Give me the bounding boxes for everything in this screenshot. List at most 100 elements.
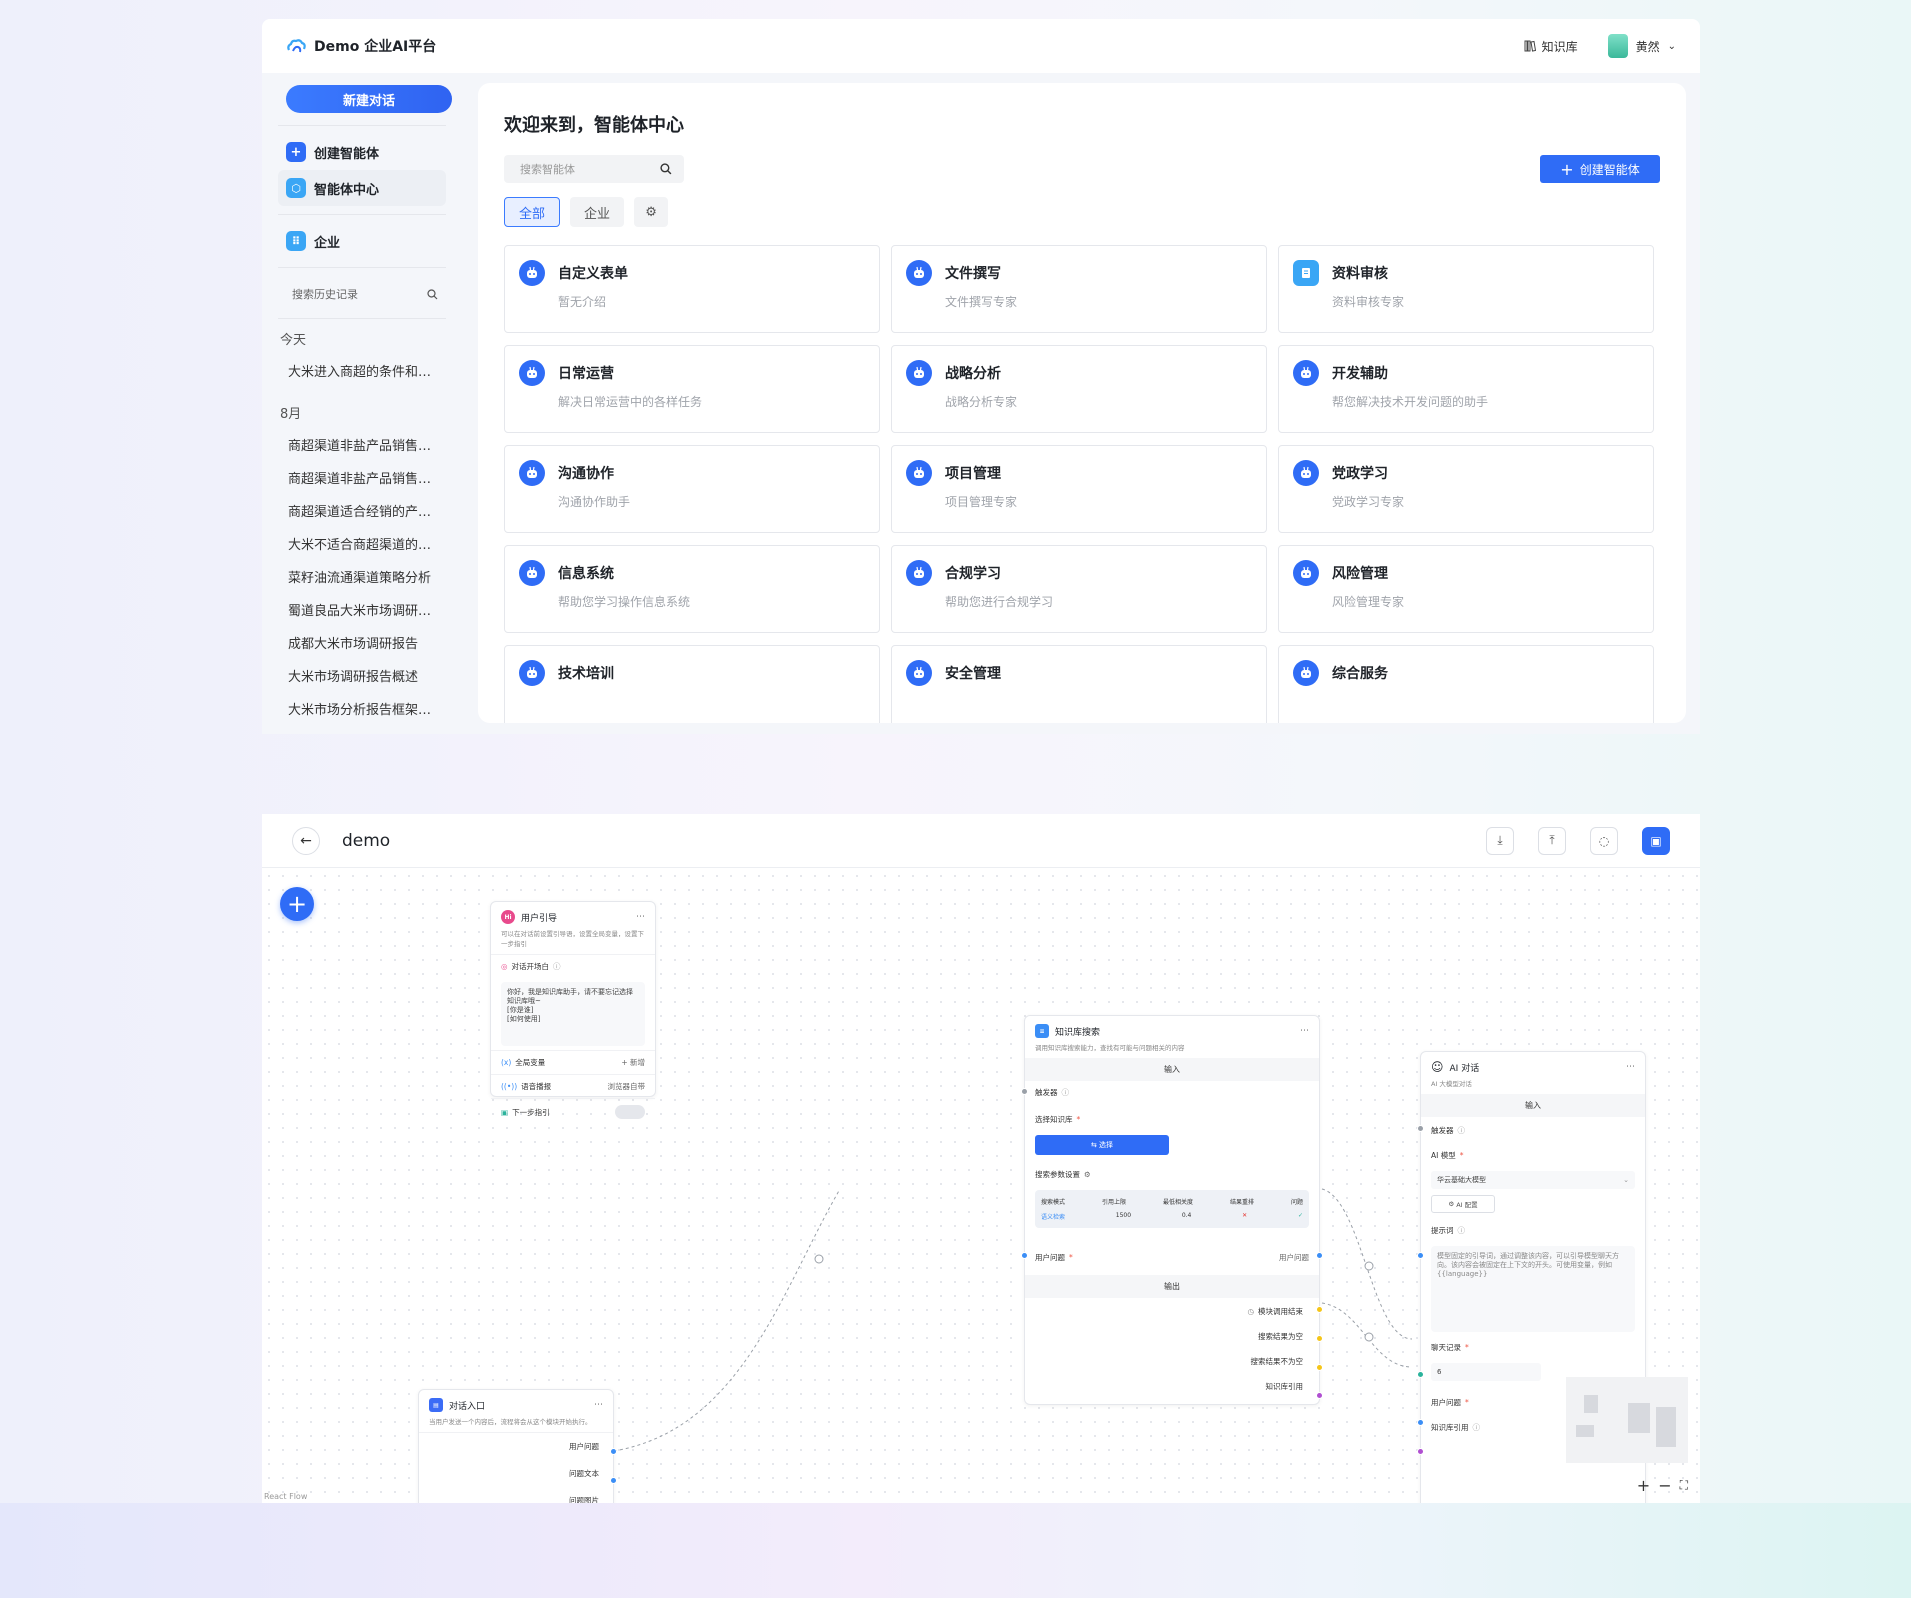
save-button[interactable]: ▣ xyxy=(1642,826,1670,855)
history-item[interactable]: 大米市场调研报告概述 xyxy=(278,659,446,692)
history-item[interactable]: 商超渠道适合经销的产品... xyxy=(278,494,446,527)
chat-entry-node[interactable]: ▤ 对话入口 ⋯ 当用户发送一个内容后，流程将会从这个模块开始执行。 用户问题 … xyxy=(418,1389,617,1503)
kb-search-node[interactable]: ≡ 知识库搜索 ⋯ 调用知识库搜索能力，查找有可能与问题相关的内容 输入 触发器… xyxy=(1021,1015,1323,1405)
edge-delete-handle[interactable] xyxy=(1364,1332,1374,1342)
input-handle[interactable] xyxy=(1417,1448,1424,1455)
sidebar-item-label: 智能体中心 xyxy=(314,182,380,198)
agent-card[interactable]: 风险管理 风险管理专家 xyxy=(1278,545,1654,633)
user-menu[interactable]: 黄然 ⌄ xyxy=(1607,34,1676,58)
zoom-in-icon[interactable]: + xyxy=(1637,1476,1650,1495)
export-button[interactable]: ⤒ xyxy=(1538,826,1566,855)
minimap[interactable] xyxy=(1566,1377,1688,1463)
agent-card[interactable]: 文件撰写 文件撰写专家 xyxy=(891,245,1267,333)
gear-icon[interactable]: ⚙ xyxy=(1084,1170,1091,1179)
agent-card[interactable]: 沟通协作 沟通协作助手 xyxy=(504,445,880,533)
agent-card[interactable]: 合规学习 帮助您进行合规学习 xyxy=(891,545,1267,633)
sidebar-item-agent-center[interactable]: ⬡ 智能体中心 xyxy=(278,170,446,206)
clock-icon: ◷ xyxy=(1247,1307,1254,1316)
more-icon[interactable]: ⋯ xyxy=(1300,1026,1309,1036)
sidebar-item-create-agent[interactable]: + 创建智能体 xyxy=(278,134,446,170)
top-bar: Demo 企业AI平台 知识库 黄然 ⌄ xyxy=(262,19,1700,73)
agent-search-input[interactable]: 搜索智能体 xyxy=(504,155,684,183)
robot-icon xyxy=(519,360,545,386)
agent-card[interactable]: 项目管理 项目管理专家 xyxy=(891,445,1267,533)
history-item[interactable]: 成都大米市场调研报告 xyxy=(278,626,446,659)
agent-card[interactable]: 信息系统 帮助您学习操作信息系统 xyxy=(504,545,880,633)
output-handle[interactable] xyxy=(1316,1252,1323,1259)
agent-card[interactable]: 资料审核 资料审核专家 xyxy=(1278,245,1654,333)
add-variable-button[interactable]: + 新增 xyxy=(621,1057,645,1068)
agent-card-description: 项目管理专家 xyxy=(945,495,1018,509)
agent-card[interactable]: 开发辅助 帮您解决技术开发问题的助手 xyxy=(1278,345,1654,433)
trigger-handle[interactable] xyxy=(1021,1088,1028,1095)
input-handle[interactable] xyxy=(1417,1252,1424,1259)
back-button[interactable]: ← xyxy=(292,826,320,855)
history-item[interactable]: 蜀道良品大米市场调研报告 xyxy=(278,593,446,626)
select-kb-button[interactable]: ⇆ 选择 xyxy=(1035,1135,1169,1155)
books-icon xyxy=(1524,40,1536,52)
agent-card[interactable]: 战略分析 战略分析专家 xyxy=(891,345,1267,433)
output-handle[interactable] xyxy=(1316,1335,1323,1342)
react-flow-attribution[interactable]: React Flow xyxy=(264,1492,307,1501)
agent-card-description: 帮助您进行合规学习 xyxy=(945,595,1054,609)
history-count-input[interactable]: 6 xyxy=(1431,1363,1541,1381)
next-step-toggle[interactable] xyxy=(615,1105,645,1119)
agent-card[interactable]: 综合服务 xyxy=(1278,645,1654,723)
field-label: 知识库引用 xyxy=(1431,1423,1469,1432)
output-handle[interactable] xyxy=(610,1477,617,1484)
add-node-button[interactable]: + xyxy=(280,887,314,921)
input-handle[interactable] xyxy=(1417,1371,1424,1378)
history-item[interactable]: 商超渠道非盐产品销售情... xyxy=(278,461,446,494)
chat-test-button[interactable]: ◌ xyxy=(1590,826,1618,855)
opening-textarea[interactable]: 你好，我是知识库助手，请不要忘记选择知识库哦~ [你是谁] [如何使用] xyxy=(501,982,645,1046)
history-item[interactable]: 大米不适合商超渠道的原... xyxy=(278,527,446,560)
history-item[interactable]: 菜籽油流通渠道策略分析 xyxy=(278,560,446,593)
tab-all[interactable]: 全部 xyxy=(504,197,561,227)
agent-card[interactable]: 技术培训 xyxy=(504,645,880,723)
agent-card[interactable]: 日常运营 解决日常运营中的各样任务 xyxy=(504,345,880,433)
history-item[interactable]: 大米市场分析报告框架与... xyxy=(278,692,446,725)
table-header: 搜索模式 xyxy=(1041,1199,1066,1206)
output-handle[interactable] xyxy=(1316,1306,1323,1313)
filter-settings-button[interactable]: ⚙ xyxy=(634,197,669,227)
agent-card[interactable]: 党政学习 党政学习专家 xyxy=(1278,445,1654,533)
input-handle[interactable] xyxy=(1417,1419,1424,1426)
field-label: 全局变量 xyxy=(515,1058,546,1067)
new-chat-button[interactable]: 新建对话 xyxy=(286,85,452,113)
agent-card[interactable]: 安全管理 xyxy=(891,645,1267,723)
input-handle[interactable] xyxy=(1021,1252,1028,1259)
model-select[interactable]: 华云基础大模型 ⌄ xyxy=(1431,1171,1635,1189)
field-label: 搜索参数设置 xyxy=(1035,1170,1080,1179)
trigger-handle[interactable] xyxy=(1417,1125,1424,1132)
fit-view-icon[interactable]: ⛶ xyxy=(1680,1478,1688,1495)
agent-card-description: 沟通协作助手 xyxy=(558,495,631,509)
more-icon[interactable]: ⋯ xyxy=(636,912,645,922)
app-logo[interactable]: Demo 企业AI平台 xyxy=(286,36,436,56)
output-handle[interactable] xyxy=(1316,1364,1323,1371)
prompt-textarea[interactable]: 模型固定的引导词，通过调整该内容，可以引导模型聊天方向。该内容会被固定在上下文的… xyxy=(1431,1246,1635,1332)
output-handle[interactable] xyxy=(1316,1392,1323,1399)
node-description: 当用户发送一个内容后，流程将会从这个模块开始执行。 xyxy=(429,1418,592,1426)
voice-select[interactable]: 浏览器自带 xyxy=(608,1081,646,1092)
zoom-out-icon[interactable]: − xyxy=(1658,1476,1671,1495)
field-label: 触发器 xyxy=(1431,1126,1454,1135)
agent-card[interactable]: 自定义表单 暂无介绍 xyxy=(504,245,880,333)
history-item[interactable]: 大米进入商超的条件和步骤 xyxy=(278,354,446,387)
flow-canvas[interactable]: + Hi 用户引导 ⋯ 可以在对话前设置引导语，设置全局变量，设置下一步指引 ◎… xyxy=(262,869,1700,1503)
ai-config-button[interactable]: ⚙ AI 配置 xyxy=(1431,1195,1495,1213)
history-search-input[interactable]: 搜索历史记录 xyxy=(278,276,446,312)
edge-delete-handle[interactable] xyxy=(1364,1261,1374,1271)
more-icon[interactable]: ⋯ xyxy=(594,1400,603,1410)
opening-line: 你好，我是知识库助手，请不要忘记选择知识库哦~ xyxy=(507,988,633,1006)
tab-enterprise[interactable]: 企业 xyxy=(570,197,625,227)
user-guide-node[interactable]: Hi 用户引导 ⋯ 可以在对话前设置引导语，设置全局变量，设置下一步指引 ◎ 对… xyxy=(490,901,656,1119)
search-params-table[interactable]: 搜索模式 引用上限 最低相关度 结果重排 问题 语义检索 1500 0.4 ✕ … xyxy=(1035,1190,1309,1228)
history-item[interactable]: 商超渠道非盐产品销售分析 xyxy=(278,428,446,461)
knowledge-base-link[interactable]: 知识库 xyxy=(1524,38,1578,55)
import-button[interactable]: ⤓ xyxy=(1486,826,1514,855)
edge-delete-handle[interactable] xyxy=(814,1254,824,1264)
create-agent-button[interactable]: + 创建智能体 xyxy=(1540,155,1660,183)
more-icon[interactable]: ⋯ xyxy=(1626,1062,1635,1072)
output-handle[interactable] xyxy=(610,1448,617,1455)
sidebar-item-enterprise[interactable]: ⠿ 企业 xyxy=(278,223,446,259)
